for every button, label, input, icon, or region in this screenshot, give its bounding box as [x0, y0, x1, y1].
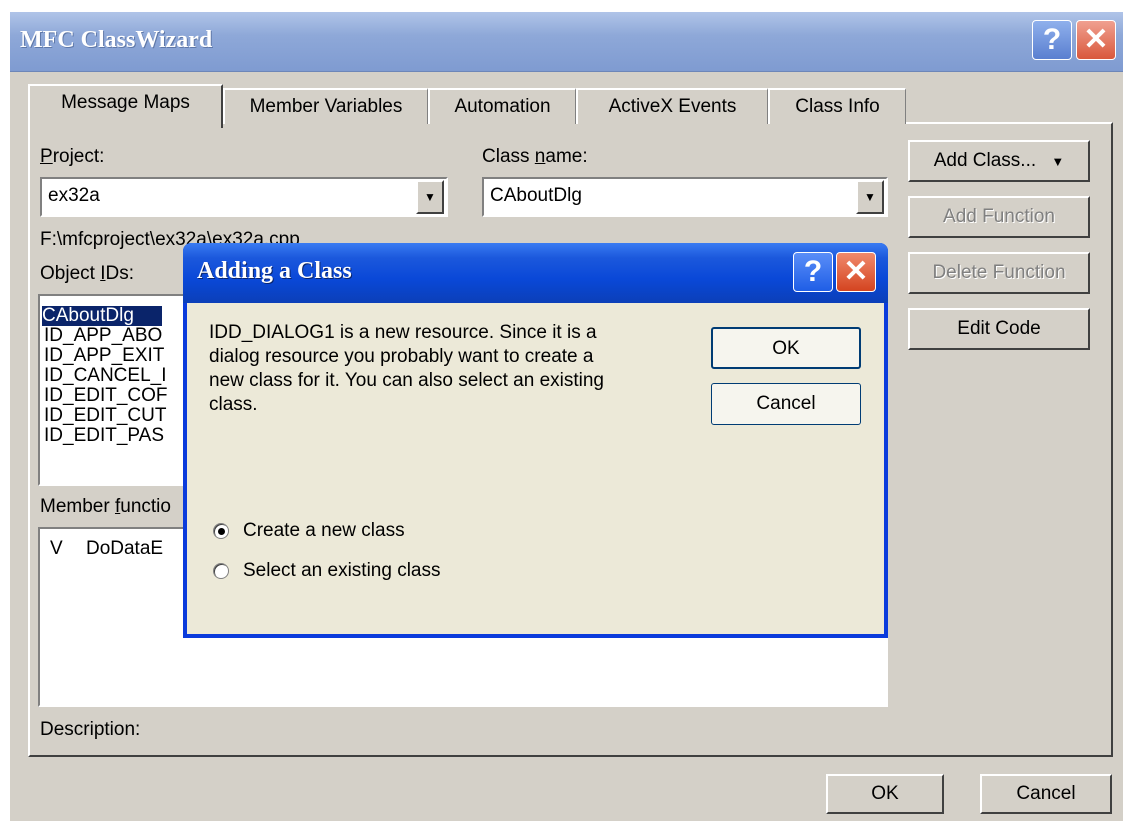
dialog-title-bar[interactable]: Adding a Class ? ✕ — [183, 243, 888, 303]
message-line: class. — [209, 394, 258, 415]
list-item[interactable]: ID_EDIT_COF — [44, 386, 168, 406]
delete-function-button[interactable]: Delete Function — [908, 252, 1090, 294]
tab-class-info[interactable]: Class Info — [768, 88, 906, 124]
chevron-down-icon: ▼ — [1051, 154, 1065, 169]
add-function-button[interactable]: Add Function — [908, 196, 1090, 238]
message-line: IDD_DIALOG1 is a new resource. Since it … — [209, 322, 597, 343]
add-class-button[interactable]: Add Class... ▼ — [908, 140, 1090, 182]
radio-button[interactable] — [213, 523, 229, 539]
title-bar[interactable]: MFC ClassWizard ? ✕ — [10, 12, 1123, 72]
description-label: Description: — [40, 719, 141, 740]
object-ids-label: Object IDs: — [40, 263, 134, 284]
edit-code-button[interactable]: Edit Code — [908, 308, 1090, 350]
help-icon[interactable]: ? — [793, 252, 833, 292]
radio-button[interactable] — [213, 563, 229, 579]
add-class-label: Add Class... — [933, 150, 1037, 171]
tab-member-variables[interactable]: Member Variables — [223, 88, 428, 124]
project-value: ex32a — [48, 185, 100, 206]
virtual-flag: V — [50, 538, 63, 559]
close-icon[interactable]: ✕ — [836, 252, 876, 292]
function-name: DoDataE — [85, 538, 164, 559]
radio-label: Create a new class — [243, 520, 405, 541]
class-name-label: Class name: — [482, 146, 588, 167]
chevron-down-icon[interactable]: ▼ — [416, 180, 444, 214]
cancel-button[interactable]: Cancel — [980, 774, 1112, 814]
project-label: Project: — [40, 146, 105, 167]
tab-message-maps[interactable]: Message Maps — [28, 84, 223, 128]
help-icon[interactable]: ? — [1032, 20, 1072, 60]
class-name-combo[interactable]: CAboutDlg ▼ — [482, 177, 888, 217]
dialog-ok-button[interactable]: OK — [711, 327, 861, 369]
dialog-cancel-button[interactable]: Cancel — [711, 383, 861, 425]
close-icon[interactable]: ✕ — [1076, 20, 1116, 60]
list-item[interactable]: ID_CANCEL_I — [44, 366, 167, 386]
project-combo[interactable]: ex32a ▼ — [40, 177, 448, 217]
member-functions-label: Member functio — [40, 496, 171, 517]
list-item[interactable]: ID_APP_EXIT — [44, 346, 164, 366]
adding-class-dialog: Adding a Class ? ✕ IDD_DIALOG1 is a new … — [183, 243, 888, 638]
list-item[interactable]: ID_APP_ABO — [44, 326, 162, 346]
message-line: dialog resource you probably want to cre… — [209, 346, 594, 367]
list-item[interactable]: ID_EDIT_PAS — [44, 426, 164, 446]
list-item[interactable]: ID_EDIT_CUT — [44, 406, 166, 426]
radio-label: Select an existing class — [243, 560, 441, 581]
chevron-down-icon[interactable]: ▼ — [856, 180, 884, 214]
table-row[interactable]: V DoDataE — [50, 539, 163, 559]
window-title: MFC ClassWizard — [20, 27, 213, 53]
class-name-value: CAboutDlg — [490, 185, 582, 206]
ok-button[interactable]: OK — [826, 774, 944, 814]
list-item[interactable]: CAboutDlg — [42, 306, 162, 326]
dialog-message: IDD_DIALOG1 is a new resource. Since it … — [209, 321, 679, 417]
message-line: new class for it. You can also select an… — [209, 370, 605, 391]
tab-automation[interactable]: Automation — [428, 88, 576, 124]
dialog-title: Adding a Class — [197, 258, 352, 284]
tab-activex-events[interactable]: ActiveX Events — [576, 88, 768, 124]
